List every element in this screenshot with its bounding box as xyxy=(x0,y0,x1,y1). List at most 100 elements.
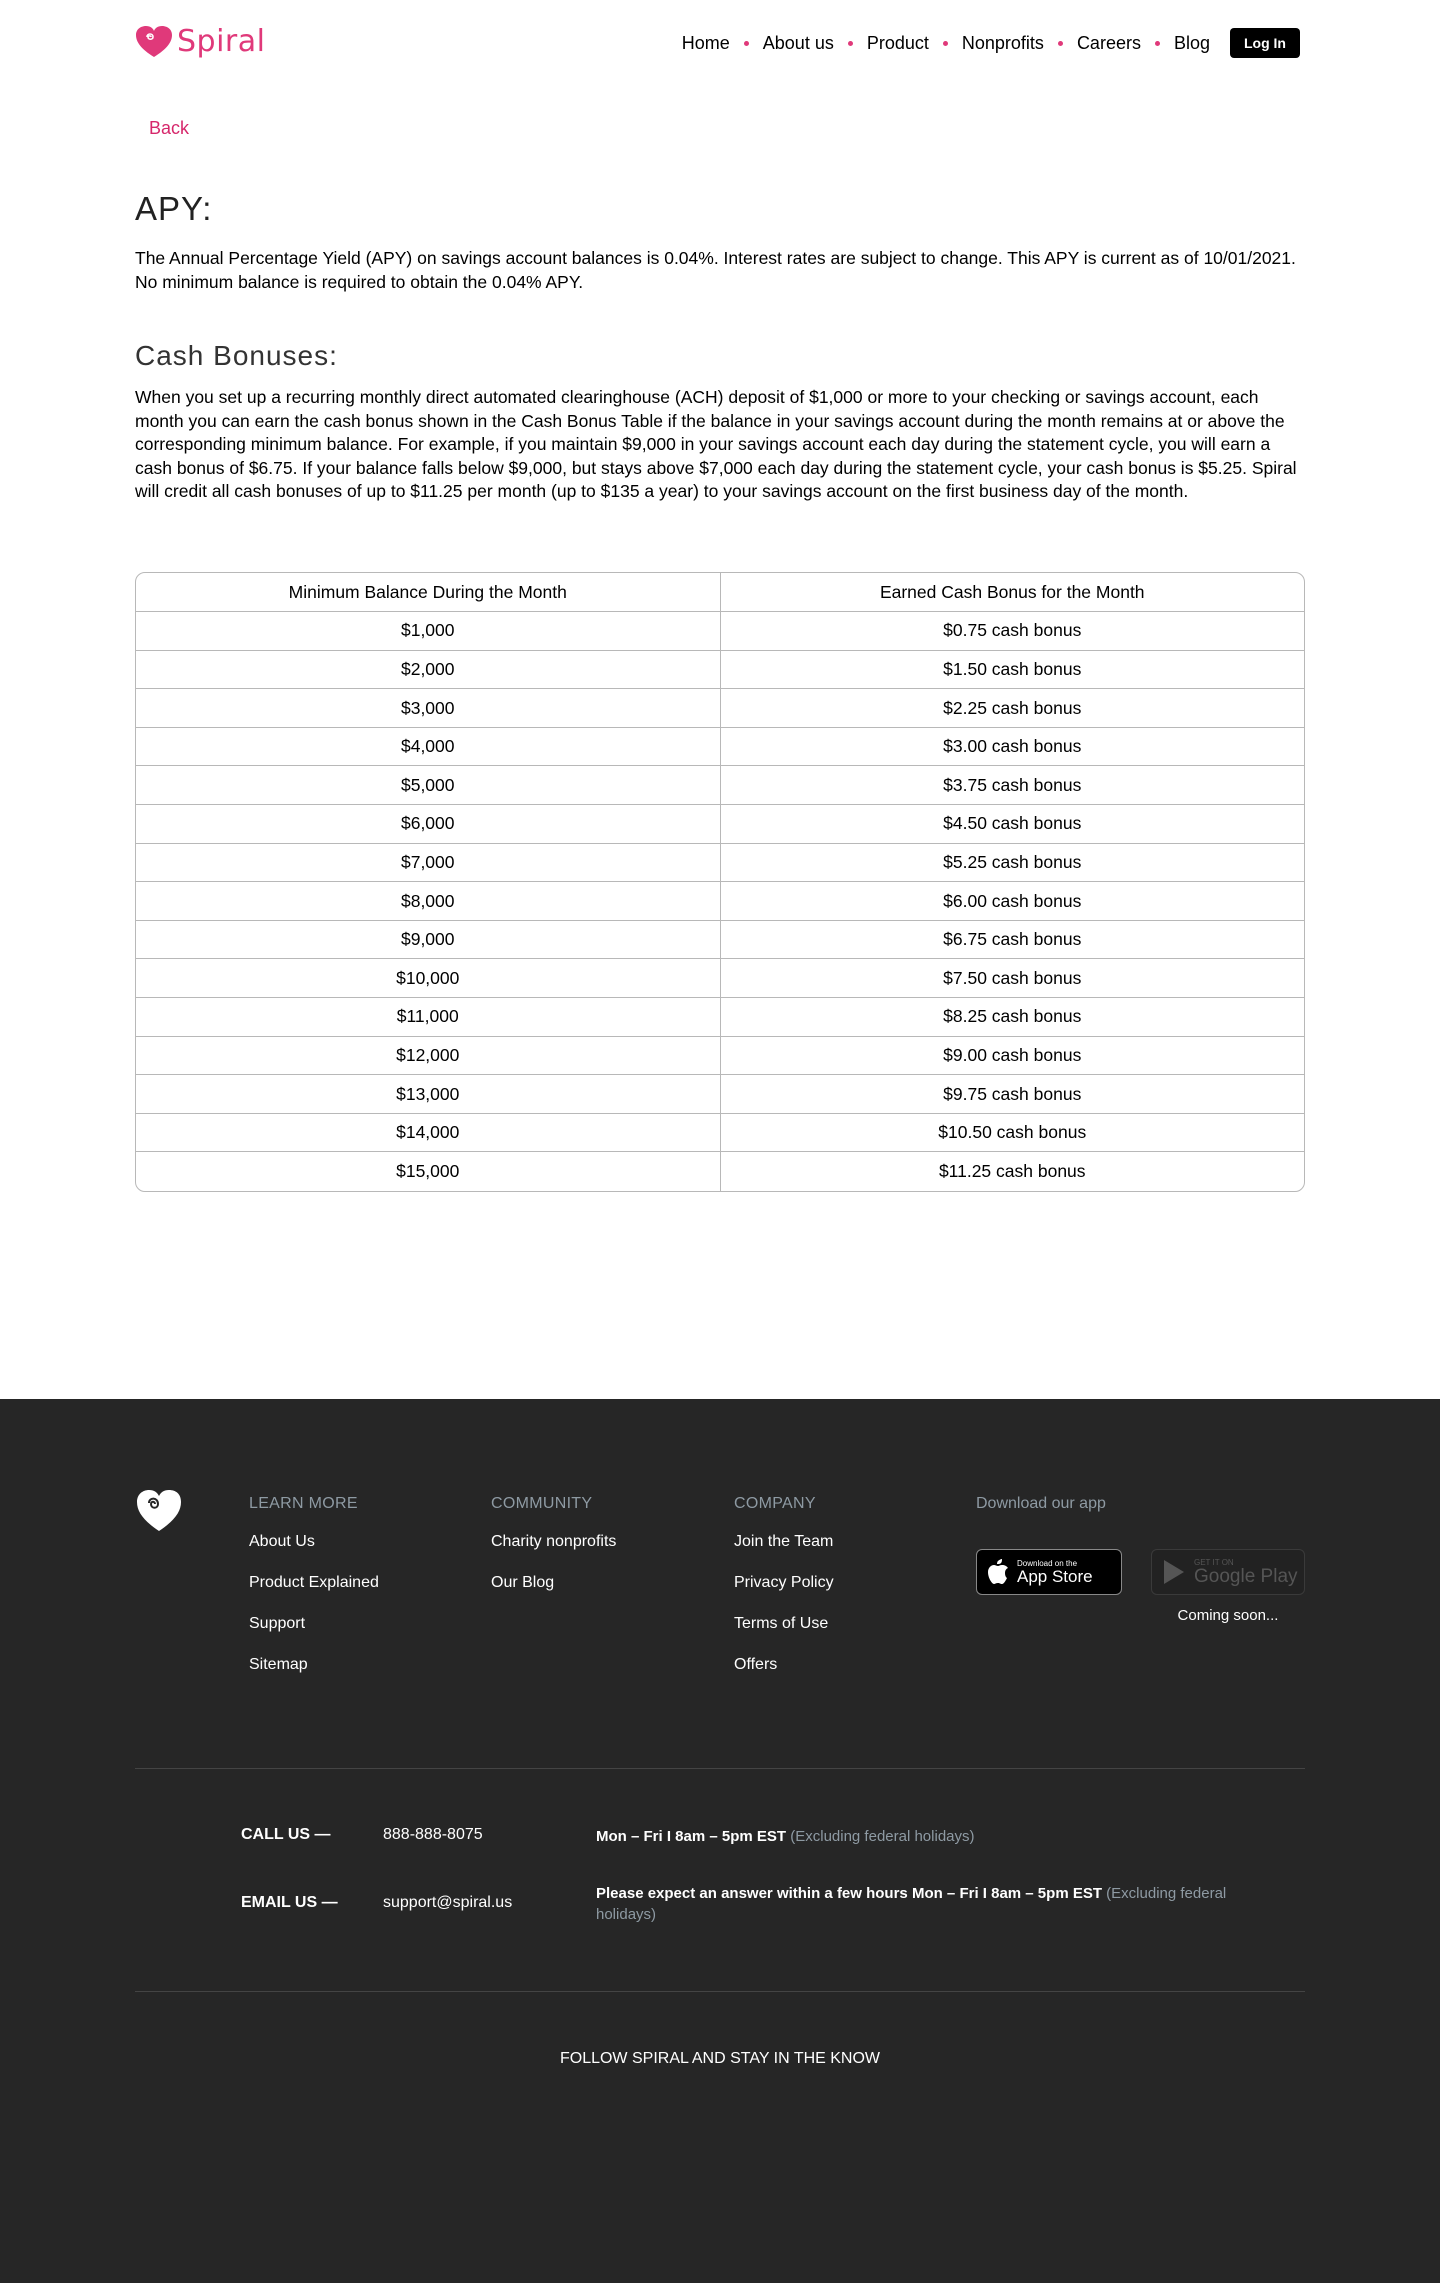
follow-spiral-text: FOLLOW SPIRAL AND STAY IN THE KNOW xyxy=(559,2050,881,2067)
email-hours: Please expect an answer within a few hou… xyxy=(596,1883,1266,1925)
footer-link-join-the-team[interactable]: Join the Team xyxy=(734,1533,834,1553)
login-button[interactable]: Log In xyxy=(1230,28,1300,58)
table-row: $8,000 $6.00 cash bonus xyxy=(136,881,1304,921)
apy-heading: APY: xyxy=(135,190,213,227)
nav-nonprofits[interactable]: Nonprofits xyxy=(962,33,1044,54)
cash-bonus-cell: $11.25 cash bonus xyxy=(938,1160,1086,1181)
min-balance-cell: $10,000 xyxy=(136,958,721,999)
footer-link-charity-nonprofits[interactable]: Charity nonprofits xyxy=(491,1533,616,1553)
site-header: Spiral Home About us Product Nonprofits … xyxy=(0,0,1440,90)
support-email[interactable]: support@spiral.us xyxy=(383,1894,512,1912)
email-us-label: EMAIL US — xyxy=(241,1894,338,1911)
spiral-heart-icon xyxy=(137,1490,181,1531)
min-balance-cell: $11,000 xyxy=(136,997,721,1037)
cash-bonus-cell: $7.50 cash bonus xyxy=(720,958,1304,999)
min-balance-cell: $7,000 xyxy=(136,843,721,883)
cash-bonus-cell: $1.50 cash bonus xyxy=(720,650,1304,690)
cash-bonus-cell: $3.75 cash bonus xyxy=(720,765,1304,806)
app-store-label: App Store xyxy=(1017,1567,1093,1586)
cash-bonuses-heading: Cash Bonuses: xyxy=(135,340,338,371)
cash-bonus-cell: $9.00 cash bonus xyxy=(720,1036,1304,1076)
min-balance-cell: $9,000 xyxy=(136,920,721,960)
apple-icon xyxy=(988,1559,1008,1584)
table-row: $1,000 $0.75 cash bonus xyxy=(136,611,1304,651)
google-play-label: Google Play xyxy=(1194,1566,1298,1587)
table-row: $15,000 $11.25 cash bonus xyxy=(136,1151,1304,1191)
nav-about-us[interactable]: About us xyxy=(763,33,834,54)
min-balance-cell: $4,000 xyxy=(136,727,721,767)
table-row: $4,000 $3.00 cash bonus xyxy=(136,727,1304,767)
footer-divider xyxy=(135,1991,1305,1992)
nav-separator xyxy=(1154,40,1160,46)
min-balance-cell: $12,000 xyxy=(136,1036,721,1076)
footer-link-about-us[interactable]: About Us xyxy=(249,1533,379,1553)
nav-separator xyxy=(743,40,749,46)
call-hours-text: Mon – Fri I 8am – 5pm EST xyxy=(596,1828,787,1845)
footer-link-our-blog[interactable]: Our Blog xyxy=(491,1574,616,1594)
footer-column-title: COMMUNITY xyxy=(491,1495,593,1512)
footer-link-sitemap[interactable]: Sitemap xyxy=(249,1656,379,1676)
nav-home[interactable]: Home xyxy=(682,33,730,54)
column-header: Minimum Balance During the Month xyxy=(136,573,721,613)
footer-link-offers[interactable]: Offers xyxy=(734,1656,834,1676)
min-balance-cell: $15,000 xyxy=(136,1151,721,1191)
table-row: $10,000 $7.50 cash bonus xyxy=(136,958,1304,999)
nav-separator xyxy=(847,40,853,46)
cash-bonus-cell: $6.75 cash bonus xyxy=(720,920,1304,960)
nav-product[interactable]: Product xyxy=(867,33,929,54)
min-balance-cell: $13,000 xyxy=(136,1074,721,1114)
table-row: $6,000 $4.50 cash bonus xyxy=(136,804,1304,844)
footer-company: COMPANY Join the Team Privacy Policy Ter… xyxy=(734,1495,834,1697)
table-row: $3,000 $2.25 cash bonus xyxy=(136,688,1304,728)
brand-name: Spiral xyxy=(177,24,266,59)
footer-link-privacy-policy[interactable]: Privacy Policy xyxy=(734,1574,834,1594)
back-link[interactable]: Back xyxy=(149,118,189,139)
cash-bonus-cell: $4.50 cash bonus xyxy=(720,804,1304,844)
footer-column-title: LEARN MORE xyxy=(249,1495,358,1512)
google-play-icon xyxy=(1164,1560,1184,1584)
table-row: $5,000 $3.75 cash bonus xyxy=(136,765,1304,806)
spiral-logo[interactable]: Spiral xyxy=(135,24,265,59)
cash-bonuses-text: When you set up a recurring monthly dire… xyxy=(135,387,1297,501)
footer-link-product-explained[interactable]: Product Explained xyxy=(249,1574,379,1594)
app-store-button[interactable]: Download on the App Store xyxy=(976,1549,1122,1595)
nav-blog[interactable]: Blog xyxy=(1174,33,1210,54)
cash-bonus-cell: $8.25 cash bonus xyxy=(720,997,1304,1037)
min-balance-cell: $8,000 xyxy=(136,881,721,921)
table-header-row: Minimum Balance During the Month Earned … xyxy=(136,573,1304,613)
spiral-heart-icon xyxy=(136,25,172,57)
nav-separator xyxy=(942,40,948,46)
cash-bonus-cell: $3.00 cash bonus xyxy=(720,727,1304,767)
table-row: $13,000 $9.75 cash bonus xyxy=(136,1074,1304,1114)
email-hours-text: Please expect an answer within a few hou… xyxy=(596,1885,1102,1902)
table-row: $12,000 $9.00 cash bonus xyxy=(136,1036,1304,1076)
cash-bonus-cell: $9.75 cash bonus xyxy=(720,1074,1304,1114)
footer-logo[interactable] xyxy=(136,1489,182,1538)
download-app-title: Download our app xyxy=(976,1495,1106,1512)
phone-number[interactable]: 888-888-8075 xyxy=(383,1826,483,1844)
column-header: Earned Cash Bonus for the Month xyxy=(720,573,1304,613)
footer-divider xyxy=(135,1768,1305,1769)
coming-soon-text: Coming soon... xyxy=(1177,1607,1279,1624)
nav-careers[interactable]: Careers xyxy=(1077,33,1141,54)
table-row: $11,000 $8.25 cash bonus xyxy=(136,997,1304,1037)
table-row: $7,000 $5.25 cash bonus xyxy=(136,843,1304,883)
call-hours: Mon – Fri I 8am – 5pm EST (Excluding fed… xyxy=(596,1826,975,1847)
footer-link-support[interactable]: Support xyxy=(249,1615,379,1635)
footer-link-terms-of-use[interactable]: Terms of Use xyxy=(734,1615,834,1635)
cash-bonus-cell: $6.00 cash bonus xyxy=(720,881,1304,921)
footer-download-app: Download our app xyxy=(976,1495,1106,1513)
min-balance-cell: $1,000 xyxy=(136,611,721,651)
table-row: $14,000 $10.50 cash bonus xyxy=(136,1113,1304,1153)
cash-bonus-table: Minimum Balance During the Month Earned … xyxy=(135,572,1305,1192)
cash-bonus-cell: $0.75 cash bonus xyxy=(720,611,1304,651)
table-row: $2,000 $1.50 cash bonus xyxy=(136,650,1304,690)
min-balance-cell: $2,000 xyxy=(136,650,721,690)
table-row: $9,000 $6.75 cash bonus xyxy=(136,920,1304,960)
min-balance-cell: $14,000 xyxy=(136,1113,721,1153)
google-play-button[interactable]: GET IT ON Google Play xyxy=(1151,1549,1305,1595)
footer-learn-more: LEARN MORE About Us Product Explained Su… xyxy=(249,1495,379,1697)
call-us-label: CALL US — xyxy=(241,1826,331,1843)
footer-community: COMMUNITY Charity nonprofits Our Blog xyxy=(491,1495,616,1615)
call-hours-note: (Excluding federal holidays) xyxy=(790,1828,975,1845)
